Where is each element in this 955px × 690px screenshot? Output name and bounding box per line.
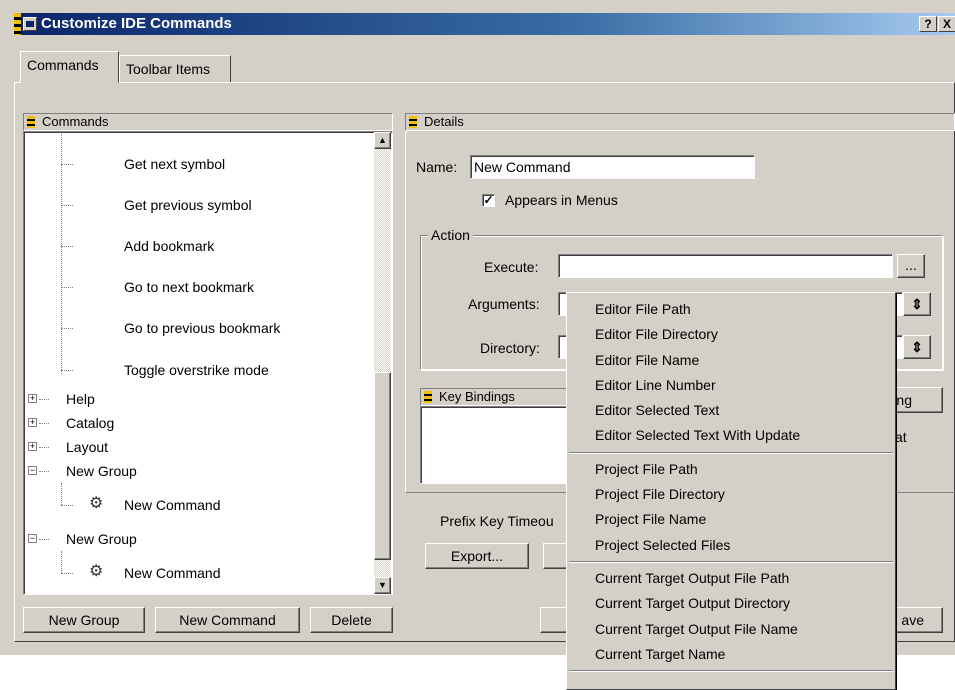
delete-button[interactable]: Delete [310, 607, 393, 633]
titlebar-grip-icon [14, 13, 21, 35]
menu-separator [567, 558, 895, 566]
execute-label: Execute: [484, 259, 539, 275]
tree-item-label: Get next symbol [124, 156, 226, 172]
menu-separator [567, 449, 895, 457]
appears-in-menus-label: Appears in Menus [505, 192, 618, 208]
tree-item-label: Toggle overstrike mode [124, 362, 269, 378]
binding-button-label: ng [896, 392, 912, 408]
tree-item-get-previous-symbol[interactable]: Get previous symbol [24, 193, 374, 217]
arguments-popup-menu: Editor File Path Editor File Directory E… [566, 292, 896, 690]
key-bindings-list[interactable] [420, 406, 570, 484]
tree-item-label: Add bookmark [124, 238, 215, 254]
scroll-thumb[interactable] [374, 372, 391, 560]
tree-item-label: Get previous symbol [124, 197, 252, 213]
execute-field[interactable] [558, 254, 893, 278]
tree-item-help[interactable]: + Help [24, 387, 374, 411]
gear-icon: ⚙ [89, 495, 104, 512]
expand-icon[interactable]: + [28, 418, 37, 427]
tree-item-label: Layout [66, 439, 109, 455]
scroll-down-icon[interactable]: ▼ [374, 577, 391, 594]
action-legend: Action [428, 227, 473, 243]
directory-menu-button[interactable]: ⇕ [903, 335, 931, 359]
tree-item-toggle-overstrike-mode[interactable]: Toggle overstrike mode [24, 358, 374, 382]
tree-item-go-to-previous-bookmark[interactable]: Go to previous bookmark [24, 316, 374, 340]
tree-item-add-bookmark[interactable]: Add bookmark [24, 234, 374, 258]
tree-item-layout[interactable]: + Layout [24, 435, 374, 459]
new-group-button[interactable]: New Group [23, 607, 145, 633]
tree-item-go-to-next-bookmark[interactable]: Go to next bookmark [24, 275, 374, 299]
arguments-label: Arguments: [468, 296, 540, 312]
tree-item-label: New Group [66, 531, 137, 547]
save-button-label: ave [901, 612, 924, 628]
tree-item-label: New Command [124, 565, 221, 581]
menu-item-editor-line-number[interactable]: Editor Line Number [567, 373, 895, 398]
window-title: Customize IDE Commands [41, 15, 232, 32]
title-bar[interactable]: Customize IDE Commands ? X [14, 13, 955, 35]
commands-panel-header: Commands [23, 113, 393, 131]
menu-item-project-file-path[interactable]: Project File Path [567, 457, 895, 482]
commands-panel-title: Commands [42, 114, 109, 129]
gear-icon: ⚙ [89, 563, 104, 580]
menu-item-editor-file-directory[interactable]: Editor File Directory [567, 322, 895, 347]
commands-tree[interactable]: Get next symbol Get previous symbol Add … [23, 131, 393, 595]
scroll-up-icon[interactable]: ▲ [374, 132, 391, 149]
details-panel-header: Details [405, 113, 955, 131]
tree-item-label: New Command [124, 497, 221, 513]
menu-item-current-target-output-file-name[interactable]: Current Target Output File Name [567, 617, 895, 642]
tree-item-label: Help [66, 391, 95, 407]
tree-item-label: Go to previous bookmark [124, 320, 281, 336]
menu-item-editor-selected-text[interactable]: Editor Selected Text [567, 398, 895, 423]
menu-item-current-target-name[interactable]: Current Target Name [567, 642, 895, 667]
menu-item-project-file-name[interactable]: Project File Name [567, 507, 895, 532]
collapse-icon[interactable]: − [28, 466, 37, 475]
tab-toolbar-items[interactable]: Toolbar Items [119, 55, 231, 83]
key-bindings-header: Key Bindings [420, 388, 570, 406]
directory-label: Directory: [480, 340, 540, 356]
arguments-menu-button[interactable]: ⇕ [903, 292, 931, 316]
tree-item-new-group-1[interactable]: − New Group [24, 459, 374, 483]
menu-item-current-target-output-directory[interactable]: Current Target Output Directory [567, 591, 895, 616]
menu-item-editor-file-path[interactable]: Editor File Path [567, 297, 895, 322]
tree-item-label: Catalog [66, 415, 115, 431]
browse-button[interactable]: ... [897, 254, 925, 278]
key-bindings-title: Key Bindings [439, 389, 515, 404]
menu-item-project-file-directory[interactable]: Project File Directory [567, 482, 895, 507]
tree-item-get-next-symbol[interactable]: Get next symbol [24, 152, 374, 176]
menu-item-current-target-output-file-path[interactable]: Current Target Output File Path [567, 566, 895, 591]
collapse-icon[interactable]: − [28, 534, 37, 543]
group-grip-icon [424, 391, 432, 403]
key-bindings-note: at [895, 429, 907, 445]
tab-commands[interactable]: Commands [20, 51, 119, 83]
close-button[interactable]: X [938, 16, 955, 32]
group-grip-icon [27, 116, 35, 128]
tree-item-new-command-1[interactable]: ⚙ New Command [24, 483, 374, 517]
menu-item-project-selected-files[interactable]: Project Selected Files [567, 533, 895, 558]
expand-icon[interactable]: + [28, 442, 37, 451]
tree-scrollbar[interactable]: ▲ ▼ [374, 132, 391, 594]
name-label: Name: [416, 159, 458, 175]
help-button[interactable]: ? [919, 16, 937, 32]
tree-item-label: New Group [66, 463, 137, 479]
tree-item-label: Go to next bookmark [124, 279, 254, 295]
expand-icon[interactable]: + [28, 394, 37, 403]
name-field[interactable]: New Command [470, 155, 755, 179]
menu-separator [567, 667, 895, 675]
app-icon[interactable] [23, 17, 37, 31]
tree-item-new-group-2[interactable]: − New Group [24, 527, 374, 551]
prefix-key-timeout-label: Prefix Key Timeou [440, 513, 554, 529]
tree-item-new-command-2[interactable]: ⚙ New Command [24, 551, 374, 585]
new-command-button[interactable]: New Command [155, 607, 300, 633]
details-panel-title: Details [424, 114, 464, 129]
group-grip-icon [409, 116, 417, 128]
export-button[interactable]: Export... [425, 543, 529, 569]
menu-item-editor-file-name[interactable]: Editor File Name [567, 348, 895, 373]
appears-in-menus-checkbox[interactable]: ✓ [482, 194, 495, 207]
menu-item-editor-selected-text-with-update[interactable]: Editor Selected Text With Update [567, 423, 895, 448]
tree-item-catalog[interactable]: + Catalog [24, 411, 374, 435]
